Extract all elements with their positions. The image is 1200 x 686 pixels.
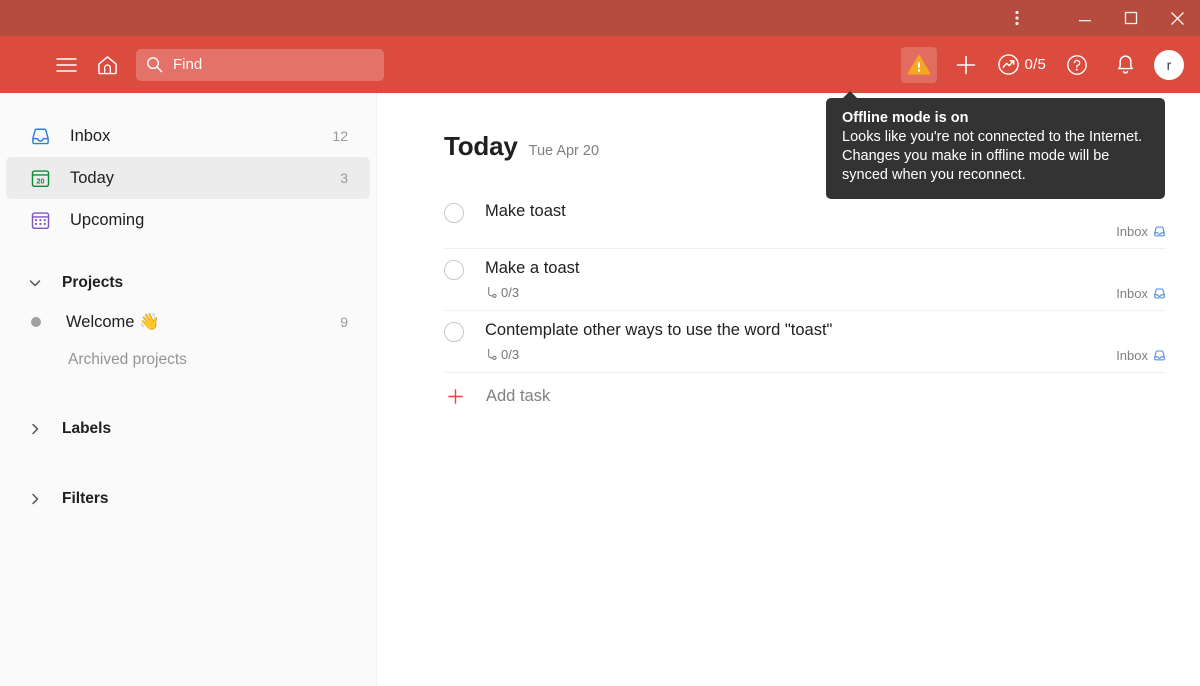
notifications-bell-icon[interactable] (1108, 48, 1142, 82)
task-checkbox[interactable] (444, 322, 464, 342)
minimize-button[interactable] (1062, 0, 1108, 36)
sidebar-section-filters[interactable]: Filters (6, 479, 370, 519)
project-count: 9 (340, 314, 348, 330)
section-title: Filters (62, 490, 109, 507)
subtask-count: 0/3 (501, 347, 520, 362)
task-checkbox[interactable] (444, 203, 464, 223)
task-title: Make toast (485, 202, 566, 220)
sidebar-item-inbox[interactable]: Inbox 12 (6, 115, 370, 157)
sidebar-item-count: 3 (340, 170, 348, 186)
task-project-label[interactable]: Inbox (1116, 224, 1166, 239)
productivity-chart-icon (997, 53, 1020, 76)
task-project-name: Inbox (1116, 348, 1148, 363)
task-checkbox[interactable] (444, 260, 464, 280)
page-date: Tue Apr 20 (528, 143, 600, 159)
sidebar-section-projects[interactable]: Projects (6, 263, 370, 303)
sidebar: Inbox 12 20 Today 3 Upcoming Projects We… (0, 93, 377, 686)
sidebar-item-label: Inbox (70, 126, 111, 145)
hamburger-menu-icon[interactable] (49, 48, 83, 82)
sidebar-item-label: Upcoming (70, 210, 145, 229)
chevron-right-icon[interactable] (24, 492, 46, 506)
project-label: Welcome 👋 (66, 312, 160, 331)
task-project-label[interactable]: Inbox (1116, 348, 1166, 363)
app-toolbar: Find 0/5 r (0, 36, 1200, 93)
inbox-icon (1153, 225, 1166, 238)
upcoming-calendar-icon (28, 210, 52, 231)
sidebar-project-welcome[interactable]: Welcome 👋 9 (6, 303, 370, 341)
add-task-button[interactable] (949, 48, 983, 82)
subtask-icon (485, 348, 498, 361)
search-input[interactable]: Find (136, 48, 384, 81)
subtask-progress: 0/3 (485, 285, 1166, 300)
page-title: Today (444, 131, 518, 161)
sidebar-item-today[interactable]: 20 Today 3 (6, 157, 370, 199)
task-project-label[interactable]: Inbox (1116, 286, 1166, 301)
project-color-dot (31, 317, 41, 327)
help-icon[interactable] (1060, 48, 1094, 82)
today-calendar-icon: 20 (28, 168, 52, 189)
section-title: Labels (62, 420, 112, 437)
inbox-icon (28, 126, 52, 147)
section-title: Projects (62, 274, 124, 291)
task-project-name: Inbox (1116, 286, 1148, 301)
add-task-label: Add task (486, 387, 551, 405)
window-menu-button[interactable] (994, 0, 1040, 36)
subtask-progress: 0/3 (485, 347, 1166, 362)
subtask-icon (485, 286, 498, 299)
sidebar-section-labels[interactable]: Labels (6, 409, 370, 449)
task-title: Contemplate other ways to use the word "… (485, 321, 833, 339)
inbox-icon (1153, 349, 1166, 362)
sidebar-item-label: Today (70, 168, 115, 187)
offline-warning-button[interactable] (900, 46, 937, 83)
tooltip-body: Looks like you're not connected to the I… (842, 129, 1143, 183)
subtask-count: 0/3 (501, 285, 520, 300)
window-title-bar (0, 0, 1200, 36)
warning-triangle-icon (907, 54, 931, 76)
task-row[interactable]: Contemplate other ways to use the word "… (444, 311, 1166, 373)
task-row[interactable]: Make a toast 0/3 Inbox (444, 249, 1166, 311)
add-task-row[interactable]: Add task (444, 373, 1166, 406)
svg-text:20: 20 (36, 176, 44, 185)
inbox-icon (1153, 287, 1166, 300)
sidebar-item-upcoming[interactable]: Upcoming (6, 199, 370, 241)
offline-tooltip: Offline mode is on Looks like you're not… (826, 91, 1165, 199)
toolbar-actions: 0/5 r (900, 46, 1200, 83)
search-icon (146, 56, 163, 73)
chevron-right-icon[interactable] (24, 422, 46, 436)
home-icon[interactable] (90, 48, 124, 82)
karma-count: 0/5 (1024, 56, 1046, 73)
task-row[interactable]: Make toast Inbox (444, 192, 1166, 249)
plus-icon (445, 388, 465, 405)
chevron-down-icon[interactable] (24, 276, 46, 290)
productivity-button[interactable]: 0/5 (997, 53, 1046, 76)
task-project-name: Inbox (1116, 224, 1148, 239)
user-avatar[interactable]: r (1154, 49, 1184, 80)
tooltip-title: Offline mode is on (842, 110, 969, 126)
close-button[interactable] (1154, 0, 1200, 36)
sidebar-item-count: 12 (332, 128, 348, 144)
search-placeholder: Find (173, 56, 203, 73)
task-title: Make a toast (485, 259, 580, 277)
archived-projects-link[interactable]: Archived projects (0, 341, 376, 379)
maximize-button[interactable] (1108, 0, 1154, 36)
